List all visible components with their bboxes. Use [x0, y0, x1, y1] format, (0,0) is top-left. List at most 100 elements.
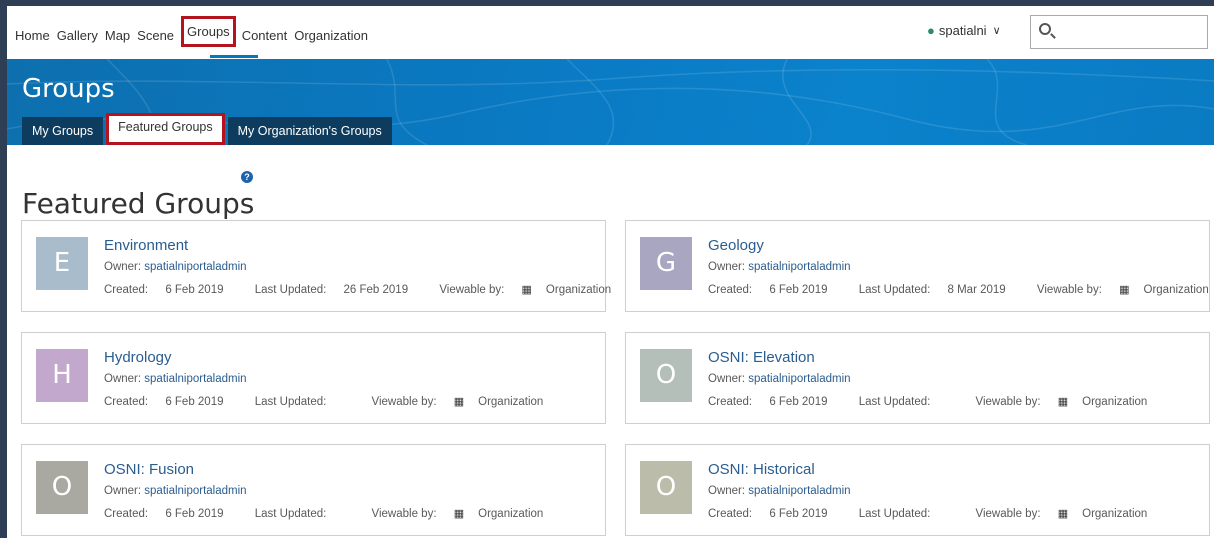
created-date: 6 Feb 2019 [769, 396, 828, 408]
chevron-down-icon: ∨ [992, 25, 1001, 37]
organization-icon: ▦ [1057, 396, 1069, 408]
updated-label: Last Updated: [858, 396, 931, 408]
group-thumbnail[interactable]: E [36, 237, 88, 290]
user-icon: ● [927, 23, 935, 38]
group-meta: Created: 6 Feb 2019 Last Updated: Viewab… [708, 507, 1175, 520]
group-meta: Created: 6 Feb 2019 Last Updated: Viewab… [104, 395, 571, 408]
username: spatialni [938, 23, 987, 38]
tab-featured-groups[interactable]: Featured Groups [106, 113, 225, 145]
nav-home[interactable]: Home [15, 28, 50, 43]
viewable-value: Organization [478, 396, 544, 408]
created-date: 6 Feb 2019 [165, 396, 224, 408]
page-title: Featured Groups [22, 186, 255, 220]
viewable-label: Viewable by: [975, 508, 1041, 520]
owner-link[interactable]: spatialniportaladmin [748, 485, 850, 497]
group-owner: Owner: spatialniportaladmin [104, 485, 247, 497]
viewable-field: Viewable by: ▦ Organization [439, 284, 625, 296]
created-label: Created: [708, 284, 753, 296]
nav-content[interactable]: Content [242, 28, 288, 43]
group-thumbnail[interactable]: O [36, 461, 88, 514]
viewable-field: Viewable by: ▦ Organization [372, 508, 558, 520]
organization-icon: ▦ [453, 508, 465, 520]
group-title-link[interactable]: Geology [708, 237, 764, 254]
viewable-field: Viewable by: ▦ Organization [976, 396, 1162, 408]
owner-link[interactable]: spatialniportaladmin [144, 373, 246, 385]
tab-my-groups[interactable]: My Groups [22, 117, 104, 145]
owner-link[interactable]: spatialniportaladmin [748, 373, 850, 385]
owner-label: Owner: [104, 373, 142, 385]
created-date: 6 Feb 2019 [769, 284, 828, 296]
organization-icon: ▦ [453, 396, 465, 408]
owner-link[interactable]: spatialniportaladmin [144, 485, 246, 497]
viewable-label: Viewable by: [439, 284, 505, 296]
created-field: Created: 6 Feb 2019 [104, 284, 238, 296]
group-card: G Geology Owner: spatialniportaladmin Cr… [625, 220, 1210, 312]
owner-link[interactable]: spatialniportaladmin [144, 261, 246, 273]
created-label: Created: [104, 508, 149, 520]
created-field: Created: 6 Feb 2019 [708, 396, 842, 408]
viewable-field: Viewable by: ▦ Organization [976, 508, 1162, 520]
updated-date: 8 Mar 2019 [947, 284, 1006, 296]
nav-map[interactable]: Map [105, 28, 130, 43]
group-title-link[interactable]: OSNI: Fusion [104, 461, 194, 478]
window-frame-left [0, 0, 7, 538]
created-label: Created: [104, 284, 149, 296]
group-owner: Owner: spatialniportaladmin [104, 373, 247, 385]
search-input[interactable] [1061, 22, 1201, 42]
updated-field: Last Updated: [255, 508, 358, 520]
viewable-value: Organization [545, 284, 612, 296]
updated-field: Last Updated: [255, 396, 358, 408]
group-card: O OSNI: Fusion Owner: spatialniportaladm… [21, 444, 606, 536]
viewable-value: Organization [478, 508, 544, 520]
updated-label: Last Updated: [254, 396, 327, 408]
group-owner: Owner: spatialniportaladmin [708, 261, 851, 273]
viewable-field: Viewable by: ▦ Organization [1037, 284, 1214, 296]
created-date: 6 Feb 2019 [165, 508, 224, 520]
viewable-label: Viewable by: [371, 508, 437, 520]
user-menu[interactable]: ● spatialni ∨ [927, 23, 1001, 38]
group-thumbnail[interactable]: H [36, 349, 88, 402]
owner-label: Owner: [708, 373, 746, 385]
viewable-value: Organization [1143, 284, 1209, 296]
updated-label: Last Updated: [254, 508, 327, 520]
updated-field: Last Updated: 26 Feb 2019 [255, 284, 422, 296]
group-title-link[interactable]: Environment [104, 237, 188, 254]
top-navigation: Home Gallery Map Scene Groups Content Or… [7, 6, 1214, 59]
group-meta: Created: 6 Feb 2019 Last Updated: Viewab… [104, 507, 571, 520]
search-icon [1039, 23, 1051, 35]
active-nav-indicator [210, 55, 258, 58]
group-title-link[interactable]: OSNI: Elevation [708, 349, 815, 366]
group-meta: Created: 6 Feb 2019 Last Updated: Viewab… [708, 395, 1175, 408]
nav-organization[interactable]: Organization [294, 28, 368, 43]
owner-link[interactable]: spatialniportaladmin [748, 261, 850, 273]
owner-label: Owner: [104, 261, 142, 273]
viewable-label: Viewable by: [975, 396, 1041, 408]
viewable-value: Organization [1082, 396, 1148, 408]
created-field: Created: 6 Feb 2019 [104, 396, 238, 408]
nav-scene[interactable]: Scene [137, 28, 174, 43]
created-label: Created: [708, 396, 753, 408]
group-title-link[interactable]: OSNI: Historical [708, 461, 815, 478]
tab-my-organizations-groups[interactable]: My Organization's Groups [227, 117, 392, 145]
updated-field: Last Updated: 8 Mar 2019 [859, 284, 1020, 296]
nav-groups[interactable]: Groups [181, 16, 236, 47]
search-box[interactable] [1030, 15, 1208, 49]
group-owner: Owner: spatialniportaladmin [104, 261, 247, 273]
viewable-label: Viewable by: [371, 396, 437, 408]
nav-gallery[interactable]: Gallery [57, 28, 98, 43]
group-card: O OSNI: Elevation Owner: spatialniportal… [625, 332, 1210, 424]
banner-title: Groups [22, 74, 115, 104]
group-thumbnail[interactable]: O [640, 349, 692, 402]
owner-label: Owner: [708, 261, 746, 273]
group-tabs: My Groups Featured Groups My Organizatio… [22, 113, 395, 145]
group-owner: Owner: spatialniportaladmin [708, 373, 851, 385]
group-title-link[interactable]: Hydrology [104, 349, 172, 366]
updated-label: Last Updated: [858, 508, 931, 520]
group-thumbnail[interactable]: O [640, 461, 692, 514]
viewable-field: Viewable by: ▦ Organization [372, 396, 558, 408]
organization-icon: ▦ [1057, 508, 1069, 520]
created-date: 6 Feb 2019 [165, 284, 224, 296]
organization-icon: ▦ [521, 284, 532, 296]
help-icon[interactable]: ? [241, 171, 253, 183]
group-thumbnail[interactable]: G [640, 237, 692, 290]
